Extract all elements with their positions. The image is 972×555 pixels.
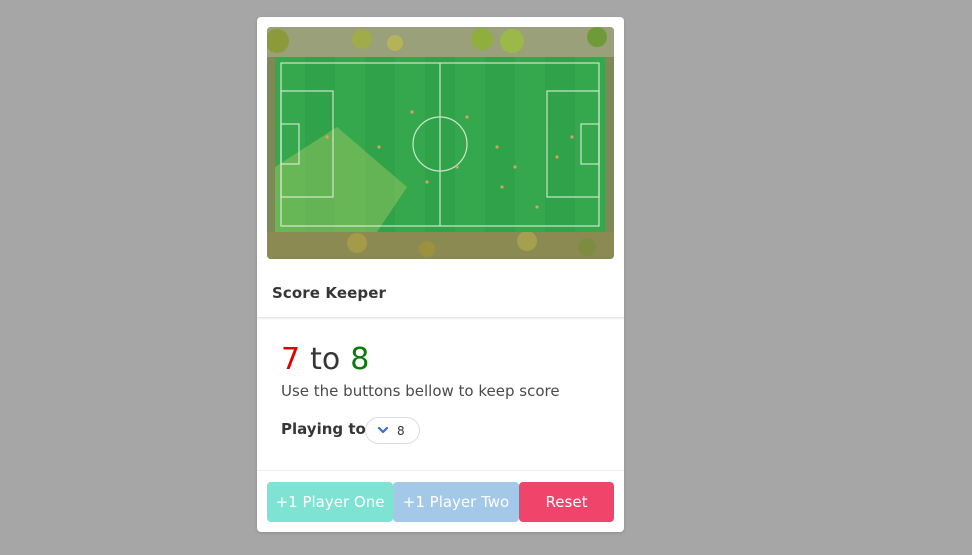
instructions-text: Use the buttons bellow to keep score — [281, 382, 560, 400]
player-two-score: 8 — [350, 342, 370, 377]
card-footer: +1 Player One +1 Player Two Reset — [257, 470, 624, 532]
card-header: Score Keeper — [257, 259, 624, 318]
chevron-down-icon — [377, 426, 389, 434]
score-display: 7 to 8 — [281, 342, 369, 378]
add-player-one-button[interactable]: +1 Player One — [267, 482, 393, 522]
playing-to-select[interactable]: 8 — [365, 417, 420, 444]
score-separator: to — [310, 342, 341, 377]
card-title: Score Keeper — [272, 284, 387, 302]
score-keeper-card: Score Keeper 7 to 8 Use the buttons bellow… — [257, 17, 624, 532]
playing-to-value: 8 — [397, 424, 405, 438]
reset-button[interactable]: Reset — [519, 482, 614, 522]
add-player-two-button[interactable]: +1 Player Two — [393, 482, 519, 522]
playing-to-label: Playing to: — [281, 420, 372, 438]
player-one-score: 7 — [281, 342, 301, 377]
soccer-field-image — [267, 27, 614, 259]
